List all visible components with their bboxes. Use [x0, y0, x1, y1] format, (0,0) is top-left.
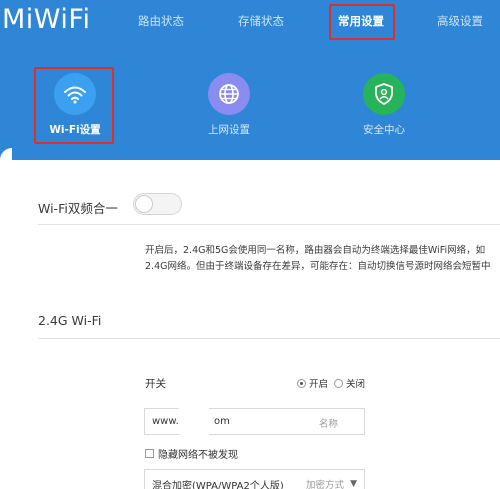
dual-band-title: Wi-Fi双频合一: [38, 201, 118, 216]
tile-label: 上网设置: [208, 124, 250, 136]
tile-internet-settings[interactable]: 上网设置: [184, 73, 274, 137]
wifi-name-suffix: om: [214, 416, 230, 427]
highlight-box-nav: [329, 4, 395, 40]
encryption-select[interactable]: 混合加密(WPA/WPA2个人版) 加密方式 ▼: [144, 469, 365, 489]
switch-label: 开关: [145, 378, 166, 390]
globe-icon: [208, 73, 250, 115]
tile-label: 安全中心: [363, 124, 405, 136]
redaction-mask: [179, 407, 209, 436]
dual-band-toggle[interactable]: [133, 193, 182, 215]
nav-advanced-settings[interactable]: 高级设置: [437, 13, 483, 29]
divider: [38, 224, 500, 225]
radio-on[interactable]: [297, 378, 306, 388]
miwifi-logo: MiWiFi: [2, 4, 91, 35]
switch-radio-group: 开启 关闭: [297, 376, 365, 390]
encryption-placeholder: 加密方式: [305, 480, 344, 489]
dual-band-description-2: 2.4G网络。但由于终端设备存在差异，可能存在：自动切换信号源时网络会短暂中: [145, 261, 491, 272]
tile-security-center[interactable]: 安全中心: [339, 73, 429, 137]
chevron-down-icon: ▼: [350, 479, 357, 489]
shield-icon: [363, 73, 405, 115]
dual-band-description-1: 开启后，2.4G和5G会使用同一名称，路由器会自动为终端选择最佳WiFi网络，如: [145, 245, 486, 256]
radio-off-label: 关闭: [346, 379, 366, 390]
divider: [38, 338, 500, 339]
wifi24-title: 2.4G Wi-Fi: [38, 313, 102, 328]
wifi-name-input[interactable]: www. om 名称: [144, 408, 365, 435]
hide-network-label: 隐藏网络不被发现: [158, 450, 238, 461]
wifi-name-placeholder: 名称: [318, 419, 338, 430]
radio-off[interactable]: [334, 378, 344, 388]
nav-router-status[interactable]: 路由状态: [138, 13, 184, 29]
hide-network-checkbox[interactable]: [145, 449, 154, 458]
highlight-box-tile: [34, 67, 114, 144]
wifi-name-prefix: www.: [152, 416, 179, 427]
nav-storage-status[interactable]: 存储状态: [238, 13, 284, 29]
hide-network-row[interactable]: 隐藏网络不被发现: [145, 446, 238, 461]
toggle-knob: [135, 195, 153, 213]
top-header: MiWiFi 路由状态 存储状态 常用设置 高级设置 Wi-Fi设置 上网设置 …: [0, 0, 500, 160]
encryption-value: 混合加密(WPA/WPA2个人版): [152, 481, 284, 489]
radio-on-label: 开启: [309, 379, 329, 390]
